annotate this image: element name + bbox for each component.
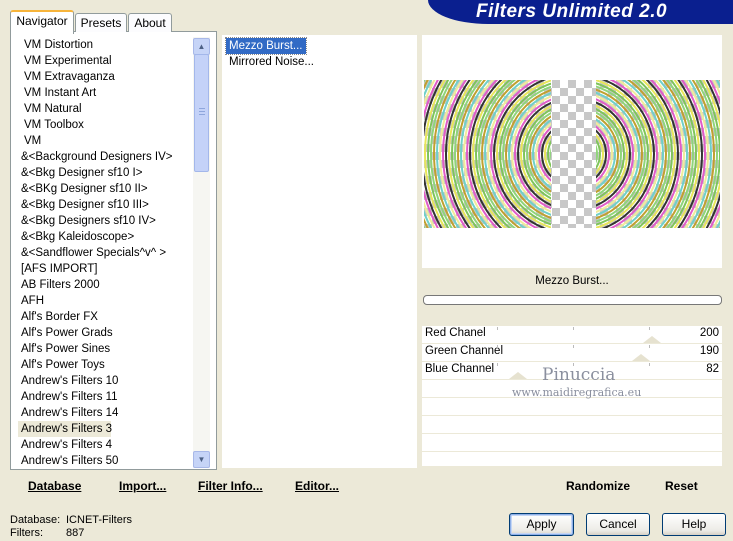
category-item[interactable]: VM Toolbox [18, 117, 192, 133]
preview-filter-name: Mezzo Burst... [535, 275, 609, 287]
param-label: Green Channel [425, 345, 503, 357]
param-value: 190 [699, 345, 719, 357]
category-item[interactable]: Alf's Power Sines [18, 341, 192, 357]
param-label: Blue Channel [425, 363, 495, 375]
category-item[interactable]: Alf's Power Toys [18, 357, 192, 373]
category-item[interactable]: &<Bkg Designers sf10 IV> [18, 213, 192, 229]
filter-item[interactable]: Mirrored Noise... [226, 54, 317, 70]
category-item[interactable]: &<Bkg Designer sf10 I> [18, 165, 192, 181]
editor-button[interactable]: Editor... [295, 479, 339, 493]
slider-tick [497, 327, 498, 330]
category-item[interactable]: VM Distortion [18, 37, 192, 53]
reset-button[interactable]: Reset [665, 479, 698, 493]
status-filters-value: 887 [66, 527, 85, 539]
category-item[interactable]: &<Bkg Kaleidoscope> [18, 229, 192, 245]
category-item[interactable]: Alf's Border FX [18, 309, 192, 325]
category-item[interactable]: Andrew's Filters 4 [18, 437, 192, 453]
slider-tick [497, 363, 498, 366]
category-item[interactable]: AFH [18, 293, 192, 309]
scroll-up-button[interactable]: ▲ [193, 38, 210, 55]
category-item[interactable]: &<Background Designers IV> [18, 149, 192, 165]
slider-tick [573, 327, 574, 330]
param-row-red[interactable]: Red Chanel 200 [422, 326, 722, 344]
watermark-url: www.maidiregrafica.eu [512, 386, 642, 399]
param-row-green[interactable]: Green Channel 190 [422, 344, 722, 362]
red-slider-thumb[interactable] [643, 336, 662, 343]
progress-bar [423, 295, 722, 305]
tab-presets[interactable]: Presets [75, 13, 127, 32]
category-item[interactable]: VM Extravaganza [18, 69, 192, 85]
category-item[interactable]: VM [18, 133, 192, 149]
slider-tick [573, 363, 574, 366]
param-value: 82 [706, 363, 719, 375]
blue-slider-thumb[interactable] [509, 372, 528, 379]
param-label: Red Chanel [425, 327, 486, 339]
status-filters-label: Filters: [10, 527, 43, 539]
category-item[interactable]: Andrew's Filters 11 [18, 389, 192, 405]
category-item[interactable]: Andrew's Filters 10 [18, 373, 192, 389]
category-item[interactable]: VM Natural [18, 101, 192, 117]
database-button[interactable]: Database [28, 479, 81, 493]
param-row-empty [422, 398, 722, 415]
param-row-empty [422, 452, 722, 466]
param-value: 200 [699, 327, 719, 339]
slider-tick [649, 363, 650, 366]
slider-tick [573, 345, 574, 348]
filter-item-selected[interactable]: Mezzo Burst... [225, 37, 307, 55]
scroll-thumb[interactable] [194, 54, 209, 172]
category-item[interactable]: [AFS IMPORT] [18, 261, 192, 277]
randomize-button[interactable]: Randomize [566, 479, 630, 493]
tab-about[interactable]: About [128, 13, 172, 32]
tab-navigator[interactable]: Navigator [10, 10, 74, 34]
category-item[interactable]: VM Instant Art [18, 85, 192, 101]
cancel-button[interactable]: Cancel [586, 513, 650, 536]
preview-image[interactable] [424, 80, 720, 228]
watermark-name: Pinuccia [542, 365, 616, 385]
category-item[interactable]: Andrew's Filters 14 [18, 405, 192, 421]
apply-button[interactable]: Apply [509, 513, 574, 536]
category-item[interactable]: Alf's Power Grads [18, 325, 192, 341]
filter-list[interactable]: Mezzo Burst... Mirrored Noise... [222, 35, 417, 468]
category-item[interactable]: VM Experimental [18, 53, 192, 69]
green-slider-thumb[interactable] [632, 354, 651, 361]
param-row-empty [422, 434, 722, 451]
slider-tick [649, 327, 650, 330]
filter-info-button[interactable]: Filter Info... [198, 479, 263, 493]
status-database-label: Database: [10, 514, 61, 526]
app-title: Filters Unlimited 2.0 [476, 1, 668, 22]
scroll-down-button[interactable]: ▼ [193, 451, 210, 468]
param-row-empty [422, 416, 722, 433]
category-list[interactable]: VM Distortion VM Experimental VM Extravaga… [18, 37, 192, 469]
category-item-selected[interactable]: Andrew's Filters 3 [18, 421, 112, 437]
category-scrollbar[interactable]: ▲ ▼ [193, 37, 210, 468]
slider-tick [497, 345, 498, 348]
slider-tick [649, 345, 650, 348]
category-item[interactable]: &<BKg Designer sf10 II> [18, 181, 192, 197]
category-item[interactable]: AB Filters 2000 [18, 277, 192, 293]
import-button[interactable]: Import... [119, 479, 166, 493]
status-database-value: ICNET-Filters [66, 514, 132, 526]
category-item[interactable]: Andrew's Filters 50 [18, 453, 192, 469]
category-item[interactable]: &<Bkg Designer sf10 III> [18, 197, 192, 213]
category-item[interactable]: &<Sandflower Specials^v^ > [18, 245, 192, 261]
help-button[interactable]: Help [662, 513, 726, 536]
